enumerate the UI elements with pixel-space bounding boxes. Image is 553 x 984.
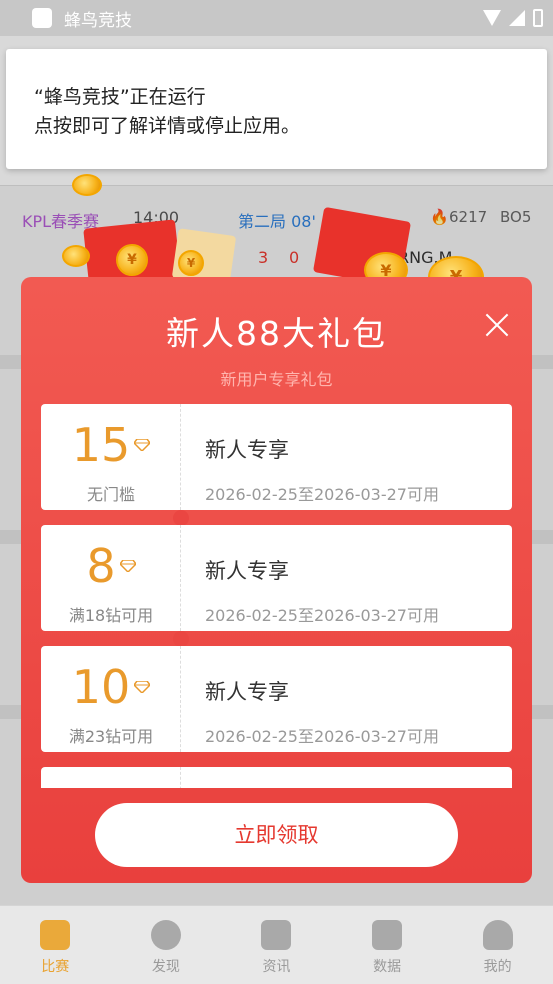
coupon-amount: 10 — [41, 660, 181, 714]
coupon-notch — [173, 631, 189, 647]
coupon-left: 8 满18钻可用 — [41, 525, 181, 631]
coupon-amount: 15 — [41, 418, 181, 472]
coupon-amount: 8 — [41, 539, 181, 593]
diamond-icon — [134, 438, 151, 451]
chart-icon — [372, 920, 403, 950]
compass-icon — [150, 920, 181, 950]
coupon-list[interactable]: 15 无门槛 新人专享 2026-02-25至2026-03-27可用 8 满1… — [41, 404, 512, 788]
tab-label: 发现 — [151, 959, 180, 975]
notification-line2: 点按即可了解详情或停止应用。 — [34, 115, 301, 137]
notification-line1: “蜂鸟竞技”正在运行 — [34, 86, 206, 108]
status-app-name: 蜂鸟竞技 — [64, 10, 132, 31]
coupon-condition: 无门槛 — [86, 485, 135, 504]
tab-data[interactable]: 数据 — [332, 906, 443, 984]
diamond-icon — [134, 680, 151, 693]
coin-decoration: ¥ — [116, 244, 148, 276]
coupon-name: 新人专享 — [205, 438, 289, 462]
coupon-card[interactable]: 10 满23钻可用 新人专享 2026-02-25至2026-03-27可用 — [41, 646, 512, 752]
tab-matches[interactable]: 比赛 — [0, 906, 111, 984]
system-icons — [483, 9, 543, 27]
news-icon — [261, 920, 292, 950]
coupon-card[interactable]: 8 满18钻可用 新人专享 2026-02-25至2026-03-27可用 — [41, 525, 512, 631]
coupon-card[interactable]: 15 无门槛 新人专享 2026-02-25至2026-03-27可用 — [41, 404, 512, 510]
coupon-condition: 满18钻可用 — [68, 606, 154, 625]
tab-label: 比赛 — [41, 959, 70, 975]
coin-decoration: ¥ — [178, 250, 204, 276]
coupon-notch — [173, 752, 189, 768]
wifi-icon — [483, 10, 501, 26]
tab-label: 数据 — [373, 959, 402, 975]
trophy-icon — [40, 920, 71, 950]
coin-decoration — [62, 245, 90, 267]
signal-icon — [509, 10, 525, 26]
status-bar: 蜂鸟竞技 — [0, 0, 553, 36]
claim-button[interactable]: 立即领取 — [95, 803, 458, 867]
coupon-left: 15 无门槛 — [41, 404, 181, 510]
new-user-gift-modal: 新人88大礼包 新用户专享礼包 15 无门槛 新人专享 2026-02-25至2… — [21, 277, 532, 883]
tab-discover[interactable]: 发现 — [111, 906, 222, 984]
bottom-tab-bar: 比赛 发现 资讯 数据 我的 — [0, 905, 553, 984]
coupon-validity: 2026-02-25至2026-03-27可用 — [205, 485, 439, 504]
coupon-name: 新人专享 — [205, 680, 289, 704]
coupon-left: 10 满23钻可用 — [41, 646, 181, 752]
coupon-name: 新人专享 — [205, 559, 289, 583]
app-icon — [32, 8, 52, 28]
coupon-card-partial[interactable] — [41, 767, 512, 788]
coupon-left — [41, 767, 181, 788]
modal-subtitle: 新用户专享礼包 — [220, 370, 333, 389]
coupon-condition: 满23钻可用 — [68, 727, 154, 746]
coin-decoration — [72, 174, 102, 196]
coupon-notch — [173, 510, 189, 526]
tab-profile[interactable]: 我的 — [442, 906, 553, 984]
modal-title: 新人88大礼包 — [166, 314, 387, 353]
tab-label: 资讯 — [262, 959, 291, 975]
diamond-icon — [119, 559, 136, 572]
coupon-validity: 2026-02-25至2026-03-27可用 — [205, 606, 439, 625]
running-notification[interactable]: “蜂鸟竞技”正在运行 点按即可了解详情或停止应用。 — [6, 49, 547, 169]
coupon-validity: 2026-02-25至2026-03-27可用 — [205, 727, 439, 746]
tab-label: 我的 — [483, 959, 512, 975]
tab-news[interactable]: 资讯 — [221, 906, 332, 984]
battery-icon — [533, 9, 543, 27]
close-icon[interactable] — [484, 312, 510, 338]
profile-icon — [482, 920, 513, 950]
